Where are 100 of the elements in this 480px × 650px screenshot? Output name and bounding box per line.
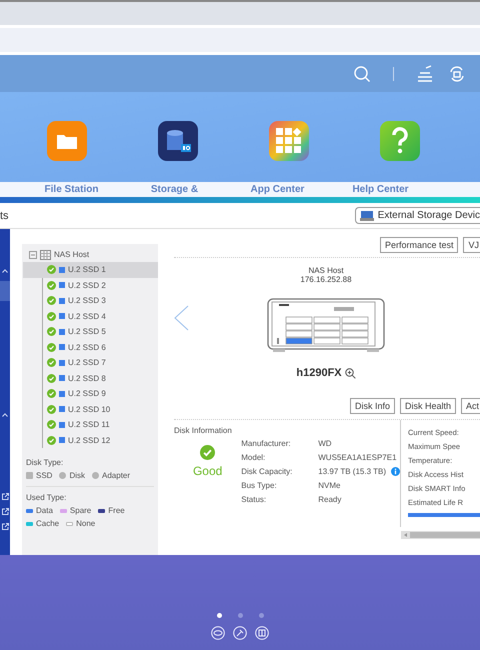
disk-tree-item[interactable]: U.2 SSD 8 [23,370,158,386]
page-dot[interactable] [216,613,222,618]
app-icon[interactable] [47,121,87,161]
disk-tree-item[interactable]: U.2 SSD 4 [23,308,158,324]
disk-tree-item[interactable]: U.2 SSD 7 [23,355,158,370]
disk-tree-item[interactable]: U.2 SSD 6 [23,340,158,355]
horizontal-scrollbar[interactable] [401,531,480,539]
action-button[interactable]: Performance test [380,237,458,253]
expand-icon[interactable] [2,523,8,530]
field-label: Status: [241,495,268,504]
app-icon[interactable] [158,121,198,161]
caret-up-icon[interactable] [2,413,8,417]
app-icon[interactable] [380,121,420,161]
caret-up-icon[interactable] [2,269,8,273]
chevron-left-icon[interactable] [174,305,189,331]
disk-tree-item[interactable]: U.2 SSD 11 [23,417,158,432]
page-dot[interactable] [258,613,264,618]
disk-view-button[interactable]: Act [460,398,480,414]
app-label[interactable]: Help Center [343,184,418,195]
check-circle-icon [47,389,56,398]
sync-icon[interactable] [448,64,466,82]
disk-tree-item[interactable]: U.2 SSD 3 [23,293,158,308]
legend-label: Adapter [102,471,130,480]
expand-icon[interactable] [2,508,8,515]
check-circle-icon [47,342,56,352]
field-value: Ready [318,495,342,504]
app-icon[interactable] [269,121,309,161]
field-value: 13.97 TB (15.3 TB) [318,467,386,476]
section-title: Disk Information [174,426,233,435]
zoom-in-icon[interactable] [344,368,356,378]
legend-label: Cache [36,519,60,528]
field-value: WUS5EA1A1ESP7E1 [318,453,397,462]
disk-view-button[interactable]: Disk Info [350,398,395,414]
disk-tree-item[interactable]: U.2 SSD 12 [23,432,158,448]
drive-icon [360,210,374,222]
ssd-icon [59,406,65,412]
app-label[interactable]: File Station [34,184,109,195]
legend-title: Used Type: [26,493,68,502]
check-circle-icon [200,445,216,460]
check-circle-icon [47,265,56,274]
legend-label: Disk [69,471,86,480]
field-label: Disk Capacity: [241,467,294,476]
device-ip: 176.16.252.88 [300,275,352,284]
field-label: Model: [241,453,266,462]
field-label: Manufacturer: [241,439,292,448]
square-icon [26,472,33,479]
ssd-icon [59,360,65,366]
search-icon[interactable] [353,64,371,82]
disk-tree-item[interactable]: U.2 SSD 10 [23,402,158,417]
info-icon[interactable] [391,467,400,476]
window-title: ts [0,210,9,222]
check-circle-icon [47,327,56,336]
field-value: WD [318,439,332,448]
health-status: Good [192,464,222,478]
legend-label: Spare [70,506,92,515]
app-label[interactable]: App Center [240,184,315,195]
legend-label: Free [108,506,125,515]
check-circle-icon [47,296,56,306]
ssd-icon [59,344,65,350]
tree-root-label[interactable]: NAS Host [54,250,90,259]
collapse-icon[interactable] [29,250,37,258]
ssd-icon [59,282,65,288]
stack-icon[interactable] [416,64,434,82]
server-icon [40,250,51,260]
legend-label: SSD [36,471,52,480]
external-storage-button[interactable]: External Storage Devic [354,207,480,224]
ssd-icon [59,390,65,397]
action-button[interactable]: VJ [463,237,480,253]
legend-label: None [76,519,96,528]
device-model: h1290FX [296,367,342,379]
eye-icon[interactable] [211,626,225,640]
field-label: Bus Type: [241,481,278,490]
field-value: NVMe [318,481,340,490]
ssd-icon [59,313,65,320]
disk-view-button[interactable]: Disk Health [400,398,456,414]
disk-tree-item[interactable]: U.2 SSD 9 [23,386,158,402]
wrench-icon[interactable] [233,626,247,640]
page-dot[interactable] [238,613,242,618]
ssd-icon [59,298,65,304]
legend-label: Data [36,506,53,515]
ssd-icon [59,266,65,273]
check-circle-icon [47,404,56,414]
book-icon[interactable] [255,626,269,640]
disk-tree-item[interactable]: U.2 SSD 2 [23,278,158,293]
disk-tree-item[interactable]: U.2 SSD 5 [23,324,158,340]
check-circle-icon [47,374,56,383]
circle-icon [59,472,66,479]
ssd-icon [59,328,65,335]
app-label[interactable]: Storage & [137,184,212,195]
ssd-icon [59,375,65,382]
expand-icon[interactable] [2,493,8,500]
check-circle-icon [47,420,56,430]
check-circle-icon [47,312,56,321]
circle-icon [92,472,100,479]
disk-tree-item[interactable]: U.2 SSD 1 [23,262,158,278]
legend-title: Disk Type: [26,458,64,467]
check-circle-icon [47,280,56,290]
check-circle-icon [47,436,56,445]
device-name: NAS Host [308,266,344,275]
ssd-icon [59,422,65,428]
